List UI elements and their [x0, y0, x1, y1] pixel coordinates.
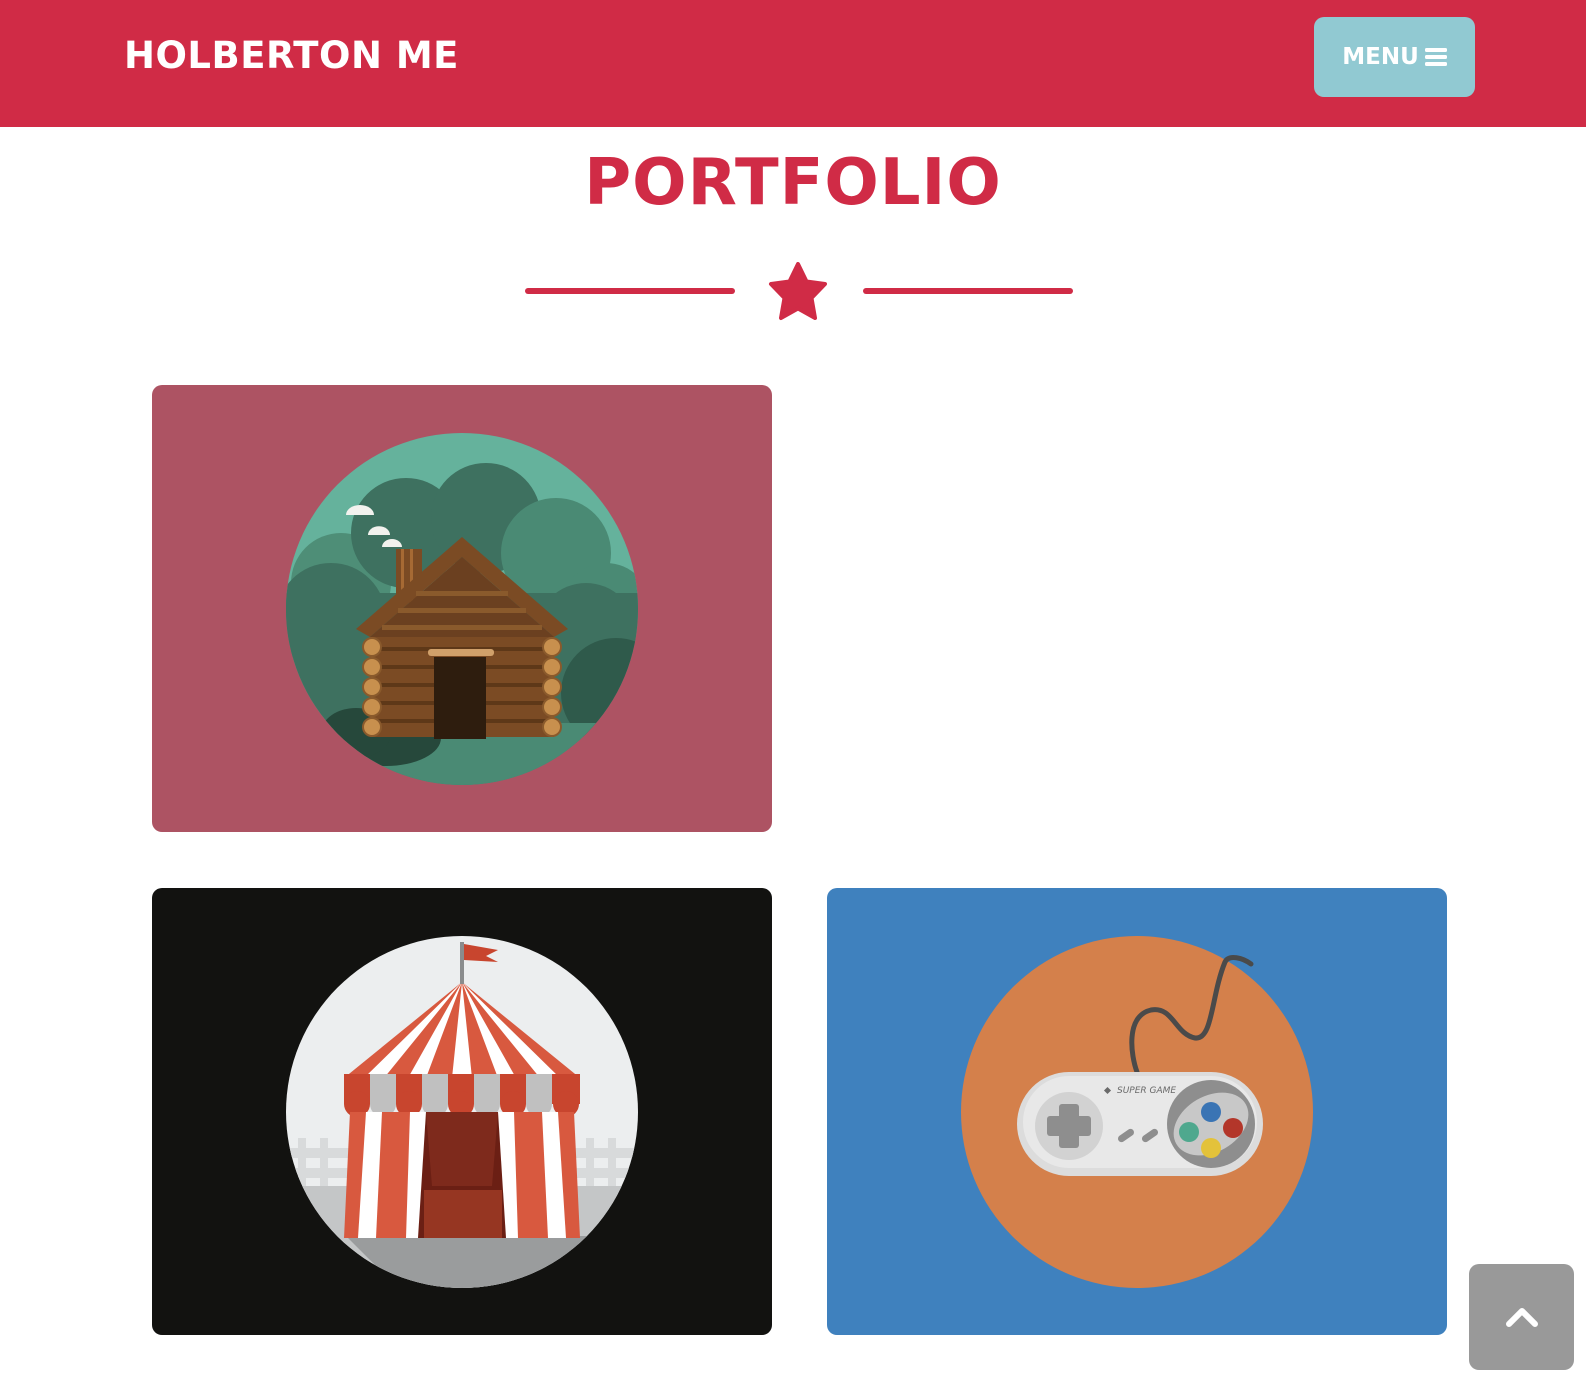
menu-button-label: MENU	[1342, 44, 1419, 70]
brand-logo-link[interactable]: HOLBERTON ME	[124, 34, 459, 77]
log-cabin-illustration	[286, 432, 638, 785]
portfolio-item-cabin[interactable]	[152, 385, 772, 832]
navbar: HOLBERTON ME MENU	[0, 0, 1586, 127]
hamburger-icon	[1424, 48, 1447, 66]
menu-button[interactable]: MENU	[1314, 17, 1475, 97]
game-controller-illustration: SUPER GAME	[961, 935, 1313, 1288]
portfolio-item-controller[interactable]: SUPER GAME	[827, 888, 1447, 1335]
title-divider	[525, 262, 1075, 328]
portfolio-item-circus[interactable]	[152, 888, 772, 1335]
divider-line-right	[863, 288, 1073, 294]
scroll-to-top-button[interactable]	[1469, 1264, 1574, 1370]
circus-tent-illustration	[286, 935, 638, 1288]
star-icon	[769, 262, 827, 320]
controller-brand-text: SUPER GAME	[1117, 1086, 1176, 1096]
chevron-up-icon	[1505, 1308, 1538, 1327]
portfolio-title: PORTFOLIO	[584, 146, 1002, 220]
divider-line-left	[525, 288, 735, 294]
